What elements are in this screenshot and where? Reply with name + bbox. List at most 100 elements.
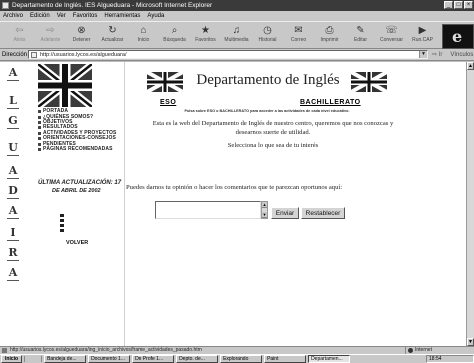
comment-textarea[interactable] — [155, 201, 261, 219]
scroll-down-icon[interactable]: ▼ — [262, 212, 267, 218]
menu-herramientas[interactable]: Herramientas — [104, 11, 140, 21]
right-frame: Departamento de Inglés ESO BACHILLERATO … — [126, 62, 466, 346]
forward-arrow-icon: ⇨ — [46, 25, 55, 36]
bachillerato-link[interactable]: BACHILLERATO — [300, 99, 361, 106]
window-title: Departamento de Inglés. IES Algueduara -… — [12, 2, 213, 9]
history-icon: ◷ — [263, 25, 272, 36]
media-button[interactable]: ♫ Multimedia — [221, 24, 252, 49]
bullet-icon — [38, 110, 41, 114]
bullet-icon — [38, 142, 41, 146]
addressbar: Dirección http://usuarios.lycos.es/algue… — [0, 49, 474, 61]
tagline-text: Pulsa sobre ESO o BACHILLERATO para acce… — [184, 109, 350, 113]
address-url: http://usuarios.lycos.es/algueduara/ — [40, 51, 127, 58]
run-icon: ▶ — [418, 25, 427, 36]
favorites-icon: ★ — [201, 25, 210, 36]
window-titlebar: Departamento de Inglés. IES Algueduara -… — [0, 0, 474, 11]
back-link[interactable]: VOLVER — [66, 240, 88, 246]
taskbar: Inicio Bandeja de... Documento 1... De P… — [0, 354, 474, 363]
minimize-button[interactable]: _ — [444, 1, 453, 9]
stop-button[interactable]: ⊗ Detener — [66, 24, 97, 49]
bullet-icon — [38, 126, 41, 130]
refresh-icon: ↻ — [108, 25, 117, 36]
discuss-button[interactable]: ☏ Conversar — [376, 24, 407, 49]
menubar: Archivo Edición Ver Favoritos Herramient… — [0, 11, 474, 21]
side-letter: L — [6, 94, 20, 109]
bullet-icon — [38, 147, 41, 151]
page-title: Departamento de Inglés — [196, 72, 340, 88]
bullet-icon — [38, 120, 41, 124]
reset-button[interactable]: Restablecer — [301, 207, 345, 219]
side-letter: R — [7, 246, 19, 261]
search-button[interactable]: ⌕ Búsqueda — [159, 24, 190, 49]
textarea-scrollbar[interactable]: ▲ ▼ — [261, 201, 268, 219]
go-button[interactable]: ⇨ Ir — [432, 49, 442, 61]
home-icon: ⌂ — [140, 25, 147, 36]
stop-icon: ⊗ — [77, 25, 86, 36]
ie-app-icon — [2, 2, 9, 9]
bullet-icon — [38, 131, 41, 135]
taskbar-item[interactable]: Explorando — [220, 355, 263, 363]
print-button[interactable]: ⎙ Imprimir — [314, 24, 345, 49]
history-button[interactable]: ◷ Historial — [252, 24, 283, 49]
scroll-up-icon[interactable]: ▲ — [467, 62, 474, 70]
close-button[interactable]: × — [464, 1, 473, 9]
discuss-icon: ☏ — [385, 25, 398, 36]
last-update-label: ÚLTIMA ACTUALIZACIÓN: 17 — [38, 180, 122, 186]
maximize-button[interactable]: □ — [454, 1, 463, 9]
system-tray-clock: 18:54 — [426, 355, 474, 363]
toolbar: ⇦ Atrás ⇨ Adelante ⊗ Detener ↻ Actualizar ⌂ I… — [0, 21, 474, 49]
side-letter: G — [7, 114, 19, 129]
refresh-button[interactable]: ↻ Actualizar — [97, 24, 128, 49]
menu-ayuda[interactable]: Ayuda — [147, 11, 164, 21]
links-button[interactable]: Vínculos — [450, 49, 473, 61]
taskbar-item[interactable]: De Profe 1... — [132, 355, 175, 363]
eso-link[interactable]: ESO — [160, 99, 176, 106]
nav-paginas-recomendadas[interactable]: PÁGINAS RECOMENDADAS — [38, 146, 124, 152]
nav-menu: PORTADA ¿QUIÉNES SOMOS? OBJETIVOS RESULT… — [38, 109, 124, 152]
page-scrollbar[interactable]: ▲ ▼ — [466, 62, 474, 346]
scroll-down-icon[interactable]: ▼ — [467, 338, 474, 346]
scroll-up-icon[interactable]: ▲ — [262, 202, 267, 208]
chevron-down-icon[interactable]: ▼ — [419, 51, 427, 58]
taskbar-item-active[interactable]: Departamen... — [308, 355, 351, 363]
back-button[interactable]: ⇦ Atrás — [4, 24, 35, 49]
side-letter: U — [7, 141, 19, 156]
favorites-button[interactable]: ★ Favoritos — [190, 24, 221, 49]
mail-icon: ✉ — [294, 25, 303, 36]
menu-archivo[interactable]: Archivo — [3, 11, 23, 21]
edit-button[interactable]: ✎ Editar — [345, 24, 376, 49]
union-jack-icon — [147, 72, 183, 92]
bullet-icon — [38, 115, 41, 119]
menu-edicion[interactable]: Edición — [30, 11, 50, 21]
side-letter: D — [7, 184, 19, 199]
mail-button[interactable]: ✉ Correo — [283, 24, 314, 49]
menu-ver[interactable]: Ver — [57, 11, 66, 21]
home-button[interactable]: ⌂ Inicio — [128, 24, 159, 49]
page-load-icon — [2, 348, 7, 353]
statusbar: http://usuarios.lycos.es/algueduara/ing_… — [0, 346, 474, 354]
side-letter: A — [7, 66, 19, 81]
bullet-icon — [38, 137, 41, 141]
taskbar-item[interactable]: Documento 1... — [88, 355, 131, 363]
page-icon — [31, 51, 37, 58]
quick-launch[interactable] — [24, 356, 43, 362]
security-zone: Internet — [405, 347, 465, 354]
print-icon: ⎙ — [325, 25, 334, 36]
send-button[interactable]: Enviar — [271, 207, 299, 219]
run-button[interactable]: ▶ Run.CAP — [407, 24, 438, 49]
taskbar-item[interactable]: Depto. de... — [176, 355, 219, 363]
taskbar-item[interactable]: Bandeja de... — [44, 355, 87, 363]
ie-logo-icon — [442, 24, 474, 49]
left-frame: A L G U A D A I R A PORTADA ¿QUIÉNES SOM… — [0, 62, 125, 346]
last-update-date: DE ABRIL DE 2002 — [52, 188, 101, 194]
opinion-prompt: Puedes darnos tu opinión o hacer los com… — [126, 184, 343, 191]
page-banner: Departamento de Inglés — [147, 68, 387, 96]
side-letter: A — [7, 204, 19, 219]
start-button[interactable]: Inicio — [1, 355, 23, 363]
taskbar-item[interactable]: Paint — [264, 355, 307, 363]
status-text: http://usuarios.lycos.es/algueduara/ing_… — [10, 347, 202, 353]
select-message: Selecciona lo que sea de tu interés — [227, 142, 319, 149]
menu-favoritos[interactable]: Favoritos — [73, 11, 98, 21]
address-input[interactable]: http://usuarios.lycos.es/algueduara/ ▼ — [28, 50, 428, 59]
forward-button[interactable]: ⇨ Adelante — [35, 24, 66, 49]
